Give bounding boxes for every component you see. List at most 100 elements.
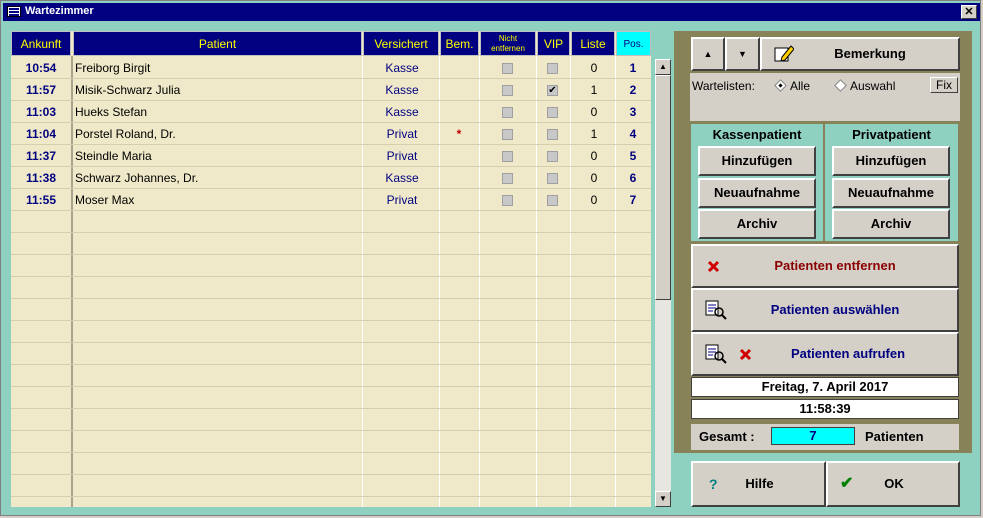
patient-name: Freiborg Birgit bbox=[75, 61, 151, 75]
vip-checkbox[interactable] bbox=[547, 151, 558, 162]
patient-name: Moser Max bbox=[75, 193, 135, 207]
vertical-scrollbar[interactable]: ▲ ▼ bbox=[655, 59, 671, 507]
patient-name: Porstel Roland, Dr. bbox=[75, 127, 176, 141]
grid-row-line bbox=[11, 276, 651, 277]
total-panel: Gesamt : 7 Patienten bbox=[691, 424, 959, 450]
bemerkung-button[interactable]: Bemerkung bbox=[760, 37, 960, 71]
remove-patients-label: Patienten entfernen bbox=[774, 258, 896, 273]
kasse-neuaufnahme-button[interactable]: Neuaufnahme bbox=[698, 178, 816, 208]
kasse-archiv-button[interactable]: Archiv bbox=[698, 209, 816, 239]
scroll-up-button[interactable]: ▲ bbox=[655, 59, 671, 75]
grid-row-line bbox=[11, 320, 651, 321]
radio-alle[interactable] bbox=[774, 79, 787, 92]
vip-checkbox[interactable] bbox=[547, 63, 558, 74]
keep-checkbox[interactable] bbox=[502, 63, 513, 74]
insurance-type: Kasse bbox=[385, 61, 419, 75]
grid-row-line bbox=[11, 232, 651, 233]
position-number: 5 bbox=[629, 149, 637, 163]
vip-checkbox[interactable]: ✔ bbox=[547, 85, 558, 96]
vip-checkbox[interactable] bbox=[547, 107, 558, 118]
vip-checkbox[interactable] bbox=[547, 129, 558, 140]
column-header-nicht-entfernen[interactable]: Nicht entfernen bbox=[480, 31, 536, 56]
patient-name: Steindle Maria bbox=[75, 149, 152, 163]
insurance-type: Privat bbox=[386, 127, 418, 141]
keep-checkbox[interactable] bbox=[502, 107, 513, 118]
move-down-button[interactable]: ▼ bbox=[725, 37, 760, 71]
list-search-icon bbox=[705, 300, 727, 320]
radio-auswahl-label[interactable]: Auswahl bbox=[850, 79, 895, 93]
position-number: 4 bbox=[629, 127, 637, 141]
position-number: 2 bbox=[629, 83, 637, 97]
help-label: Hilfe bbox=[745, 476, 774, 491]
column-header-nicht-line1: Nicht bbox=[498, 34, 518, 43]
table-row[interactable]: 10:54 Freiborg Birgit Kasse 0 1 bbox=[11, 57, 651, 79]
fix-button[interactable]: Fix bbox=[930, 77, 958, 93]
list-number: 0 bbox=[590, 149, 598, 163]
title-bar[interactable]: Wartezimmer ✕ bbox=[3, 3, 980, 21]
table-row[interactable]: 11:37 Steindle Maria Privat 0 5 bbox=[11, 145, 651, 167]
help-button[interactable]: ? Hilfe bbox=[691, 461, 826, 507]
wartelisten-panel: Wartelisten: Alle Auswahl Fix bbox=[690, 73, 960, 121]
keep-checkbox[interactable] bbox=[502, 195, 513, 206]
list-number: 1 bbox=[590, 127, 598, 141]
table-row[interactable]: 11:38 Schwarz Johannes, Dr. Kasse 0 6 bbox=[11, 167, 651, 189]
keep-checkbox[interactable] bbox=[502, 151, 513, 162]
list-number: 0 bbox=[590, 171, 598, 185]
keep-checkbox[interactable] bbox=[502, 129, 513, 140]
kassenpatient-heading: Kassenpatient bbox=[712, 127, 802, 142]
privat-neuaufnahme-button[interactable]: Neuaufnahme bbox=[832, 178, 950, 208]
select-patients-button[interactable]: Patienten auswählen bbox=[691, 288, 959, 332]
list-number: 0 bbox=[590, 193, 598, 207]
move-up-button[interactable]: ▲ bbox=[691, 37, 725, 71]
position-number: 1 bbox=[629, 61, 637, 75]
column-header-versichert[interactable]: Versichert bbox=[363, 31, 439, 56]
total-count: 7 bbox=[771, 427, 855, 445]
table-row[interactable]: 11:55 Moser Max Privat 0 7 bbox=[11, 189, 651, 211]
column-header-patient[interactable]: Patient bbox=[73, 31, 362, 56]
column-header-pos[interactable]: Pos. bbox=[616, 31, 651, 56]
insurance-type: Kasse bbox=[385, 83, 419, 97]
privatpatient-heading: Privatpatient bbox=[852, 127, 931, 142]
position-number: 3 bbox=[629, 105, 637, 119]
list-number: 0 bbox=[590, 61, 598, 75]
close-button[interactable]: ✕ bbox=[961, 5, 977, 19]
radio-alle-label[interactable]: Alle bbox=[790, 79, 810, 93]
grid-row-line bbox=[11, 254, 651, 255]
keep-checkbox[interactable] bbox=[502, 173, 513, 184]
table-row[interactable]: 11:03 Hueks Stefan Kasse 0 3 bbox=[11, 101, 651, 123]
radio-auswahl[interactable] bbox=[834, 79, 847, 92]
position-number: 6 bbox=[629, 171, 637, 185]
insurance-type: Privat bbox=[386, 193, 418, 207]
scroll-thumb[interactable] bbox=[655, 75, 671, 300]
position-number: 7 bbox=[629, 193, 637, 207]
grid-row-line bbox=[11, 496, 651, 497]
checkmark-icon: ✔ bbox=[840, 475, 854, 492]
privat-archiv-button[interactable]: Archiv bbox=[832, 209, 950, 239]
bemerkung-label: Bemerkung bbox=[834, 46, 906, 61]
table-row[interactable]: 11:57 Misik-Schwarz Julia Kasse ✔ 1 2 bbox=[11, 79, 651, 101]
kassenpatient-group: Kassenpatient Hinzufügen Neuaufnahme Arc… bbox=[691, 124, 823, 241]
table-row[interactable]: 11:04 Porstel Roland, Dr. Privat * 1 4 bbox=[11, 123, 651, 145]
column-header-liste[interactable]: Liste bbox=[571, 31, 615, 56]
arrival-time: 11:03 bbox=[25, 105, 57, 119]
scroll-down-button[interactable]: ▼ bbox=[655, 491, 671, 507]
time-display: 11:58:39 bbox=[691, 399, 959, 419]
column-header-bem[interactable]: Bem. bbox=[440, 31, 479, 56]
patient-name: Hueks Stefan bbox=[75, 105, 148, 119]
arrival-time: 11:57 bbox=[25, 83, 57, 97]
remove-patients-button[interactable]: Patienten entfernen bbox=[691, 244, 959, 288]
arrival-time: 11:38 bbox=[25, 171, 57, 185]
privat-add-button[interactable]: Hinzufügen bbox=[832, 146, 950, 176]
column-header-nicht-line2: entfernen bbox=[491, 44, 525, 53]
vip-checkbox[interactable] bbox=[547, 173, 558, 184]
keep-checkbox[interactable] bbox=[502, 85, 513, 96]
arrival-time: 11:55 bbox=[25, 193, 57, 207]
column-header-ankunft[interactable]: Ankunft bbox=[11, 31, 71, 56]
red-x-icon bbox=[739, 348, 752, 361]
ok-button[interactable]: ✔ OK bbox=[826, 461, 960, 507]
list-number: 1 bbox=[590, 83, 598, 97]
column-header-vip[interactable]: VIP bbox=[537, 31, 570, 56]
vip-checkbox[interactable] bbox=[547, 195, 558, 206]
call-patients-button[interactable]: Patienten aufrufen bbox=[691, 332, 959, 376]
kasse-add-button[interactable]: Hinzufügen bbox=[698, 146, 816, 176]
